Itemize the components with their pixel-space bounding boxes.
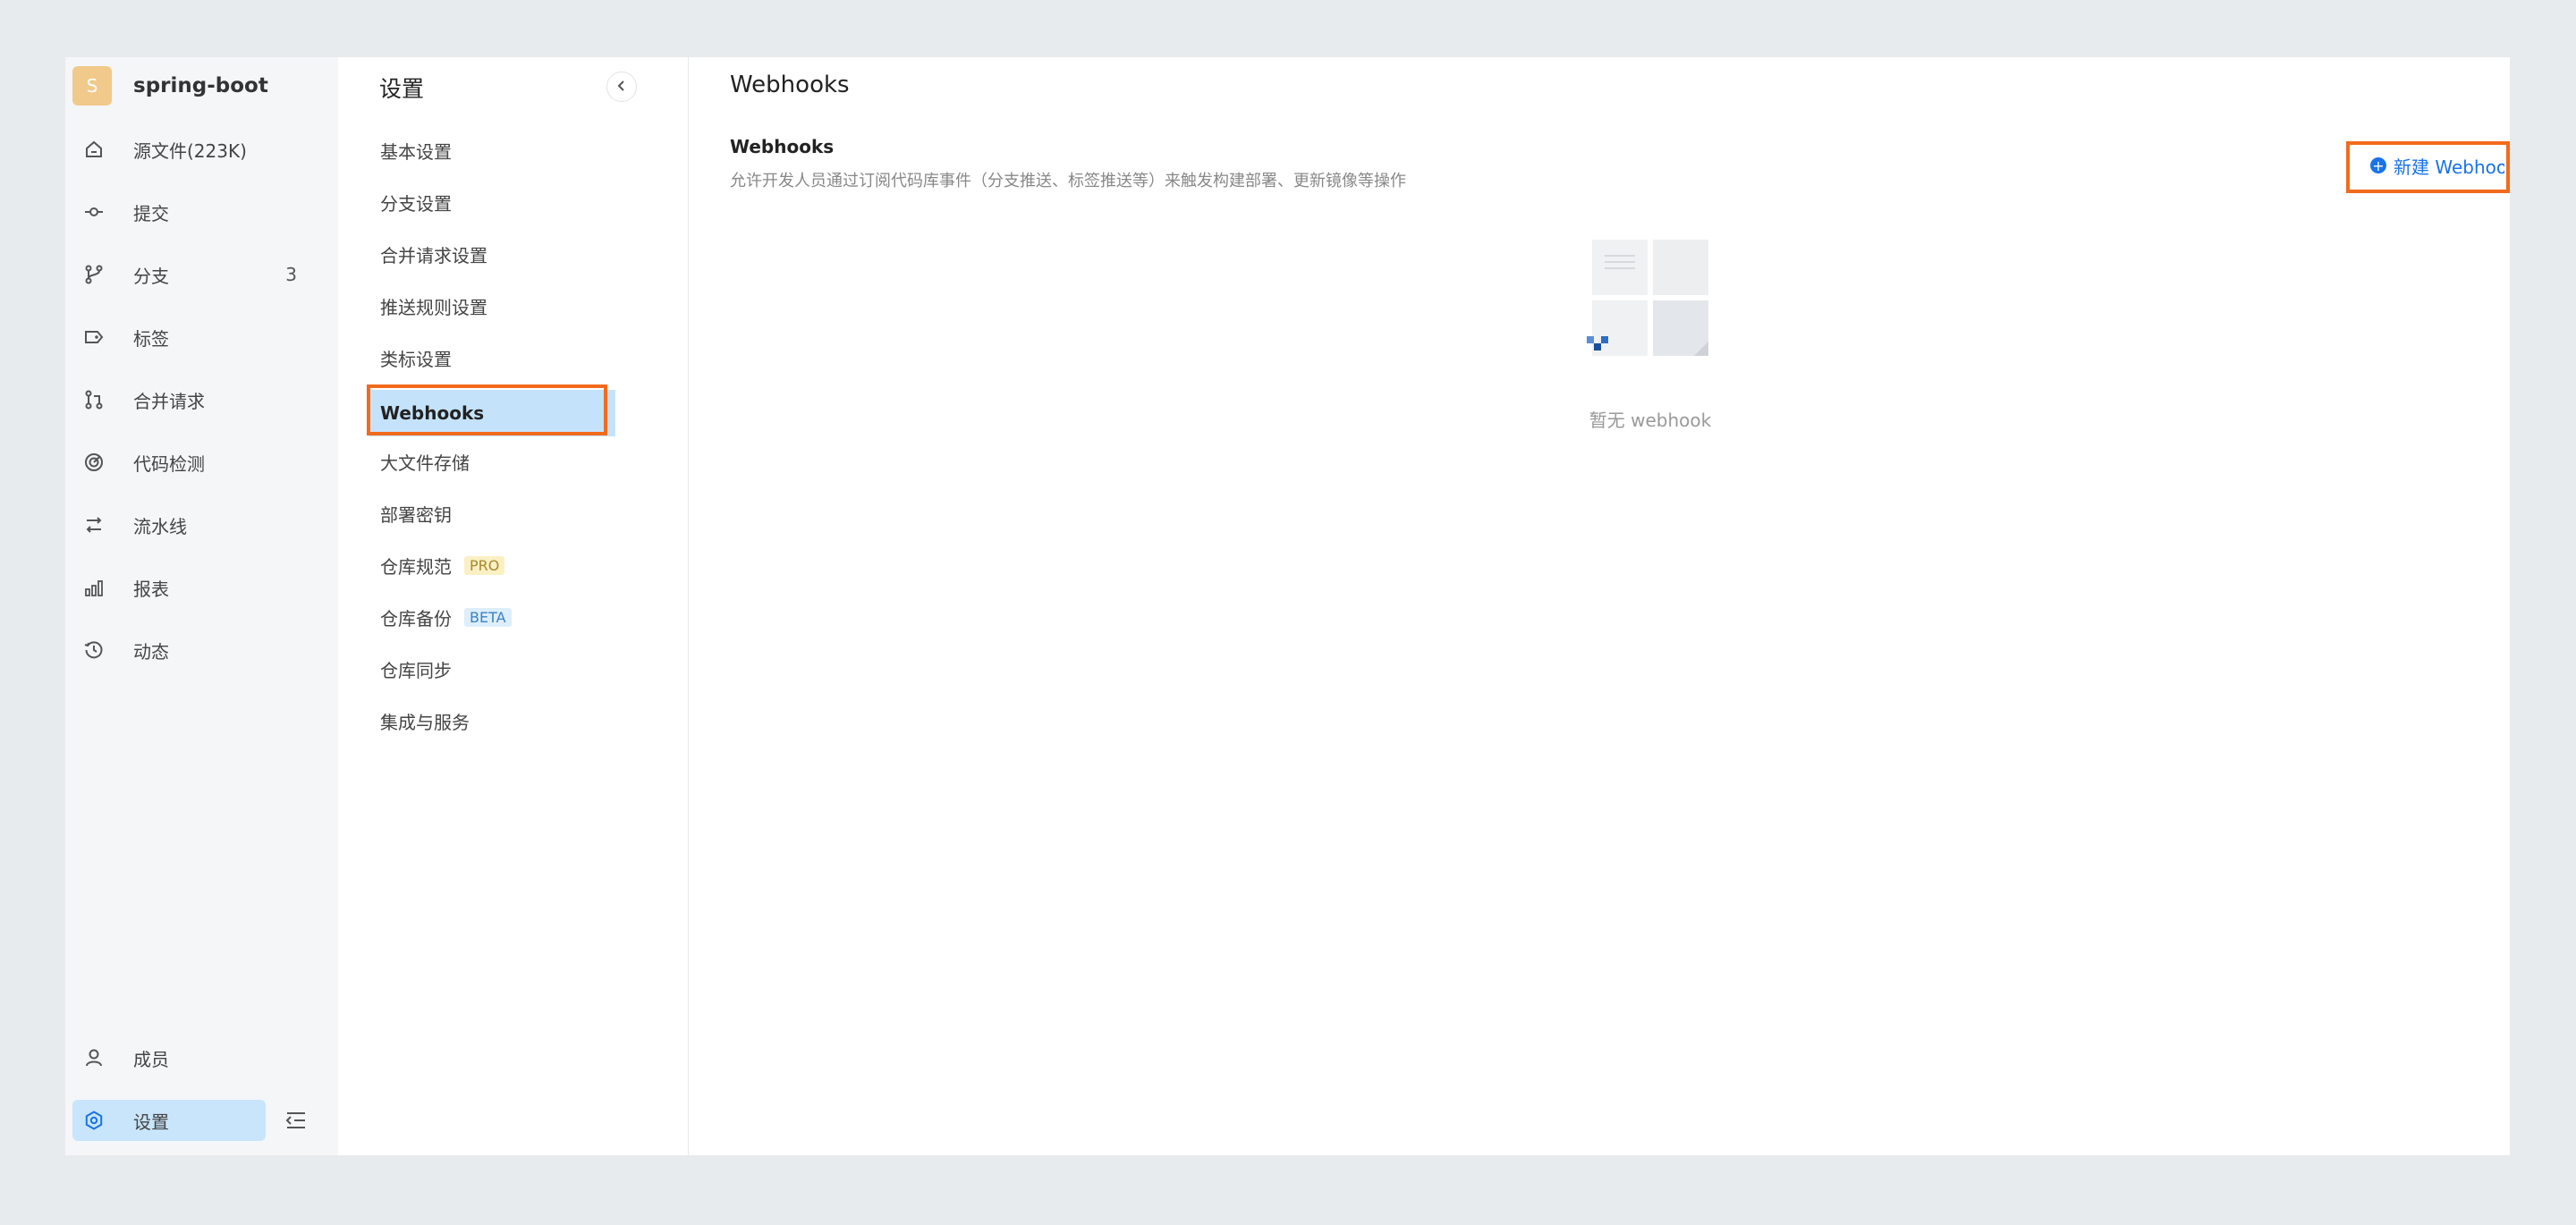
- home-icon: [83, 139, 105, 160]
- sidebar-item-pipelines[interactable]: 流水线: [72, 504, 329, 545]
- repo-avatar: S: [72, 66, 112, 106]
- pipeline-icon: [83, 514, 105, 536]
- empty-state-illustration: [1587, 238, 1712, 363]
- repo-name: spring-boot: [133, 74, 268, 97]
- menu-item-label: 仓库备份: [380, 607, 452, 629]
- sidebar-item-merge-requests[interactable]: 合并请求: [72, 379, 329, 420]
- sidebar-item-label: 代码检测: [133, 452, 205, 475]
- section-title: Webhooks: [730, 136, 835, 157]
- sidebar-item-tags[interactable]: 标签: [72, 317, 329, 358]
- scan-icon: [83, 452, 105, 473]
- menu-item-label: 仓库规范: [380, 555, 452, 578]
- menu-deploy-keys[interactable]: 部署密钥: [369, 490, 615, 536]
- merge-request-icon: [83, 389, 105, 410]
- sidebar-item-label: 源文件(223K): [133, 139, 247, 162]
- settings-menu: 设置 基本设置 分支设置 合并请求设置 推送规则设置 类标设置 Webhooks…: [338, 57, 689, 1155]
- sidebar-item-reports[interactable]: 报表: [72, 567, 329, 608]
- sidebar-item-members[interactable]: 成员: [72, 1037, 329, 1078]
- menu-merge-request-settings[interactable]: 合并请求设置: [369, 231, 615, 277]
- sidebar-item-code-scan[interactable]: 代码检测: [72, 442, 329, 483]
- menu-push-rule-settings[interactable]: 推送规则设置: [369, 283, 615, 329]
- menu-item-label: 仓库同步: [380, 659, 452, 681]
- page-title: Webhooks: [730, 72, 850, 98]
- sidebar-item-commits[interactable]: 提交: [72, 191, 329, 232]
- sidebar-item-label: 标签: [133, 327, 169, 350]
- main-content: Webhooks Webhooks 允许开发人员通过订阅代码库事件（分支推送、标…: [689, 57, 2510, 1155]
- menu-item-label: 推送规则设置: [380, 296, 487, 318]
- repo-header[interactable]: S spring-boot: [72, 66, 268, 106]
- sidebar-item-label: 分支: [133, 265, 169, 287]
- app-window: S spring-boot 源文件(223K) 提交 分支 3 标签 合并请求 …: [65, 57, 2510, 1155]
- empty-state-text: 暂无 webhook: [1589, 410, 1712, 431]
- menu-large-file-storage[interactable]: 大文件存储: [369, 438, 615, 485]
- history-icon: [83, 639, 105, 661]
- menu-basic-settings[interactable]: 基本设置: [369, 127, 615, 173]
- menu-item-label: 类标设置: [380, 348, 452, 370]
- menu-item-label: 大文件存储: [380, 452, 470, 474]
- branch-icon: [83, 264, 105, 285]
- repo-sidebar: S spring-boot 源文件(223K) 提交 分支 3 标签 合并请求 …: [65, 57, 338, 1155]
- settings-icon: [83, 1110, 105, 1131]
- menu-item-label: 集成与服务: [380, 711, 470, 733]
- pro-badge: PRO: [464, 555, 505, 575]
- sidebar-item-label: 提交: [133, 202, 169, 224]
- menu-branch-settings[interactable]: 分支设置: [369, 179, 615, 225]
- sidebar-item-activity[interactable]: 动态: [72, 629, 329, 671]
- menu-repo-backup[interactable]: 仓库备份 BETA: [369, 594, 615, 640]
- settings-title: 设置: [379, 76, 425, 102]
- user-icon: [83, 1047, 105, 1069]
- chart-icon: [83, 577, 105, 598]
- chevron-left-icon: [616, 79, 627, 96]
- new-webhook-highlight-box: [2346, 141, 2510, 193]
- sidebar-item-label: 流水线: [133, 515, 187, 537]
- menu-item-label: 基本设置: [380, 140, 452, 163]
- menu-item-label: 分支设置: [380, 192, 452, 215]
- sidebar-item-label: 合并请求: [133, 390, 205, 412]
- section-description: 允许开发人员通过订阅代码库事件（分支推送、标签推送等）来触发构建部署、更新镜像等…: [730, 172, 1406, 190]
- sidebar-item-label: 报表: [133, 578, 169, 600]
- commit-icon: [83, 201, 105, 223]
- sidebar-item-branches[interactable]: 分支 3: [72, 254, 329, 295]
- menu-integrations[interactable]: 集成与服务: [369, 697, 615, 744]
- menu-item-label: 部署密钥: [380, 503, 452, 526]
- menu-repo-standards[interactable]: 仓库规范 PRO: [369, 542, 615, 588]
- menu-repo-sync[interactable]: 仓库同步: [369, 646, 615, 692]
- webhooks-highlight-box: [367, 384, 607, 435]
- sidebar-item-label: 设置: [133, 1111, 169, 1133]
- sidebar-collapse-icon[interactable]: [284, 1108, 309, 1133]
- menu-item-label: 合并请求设置: [380, 244, 487, 266]
- sidebar-item-settings[interactable]: 设置: [72, 1100, 266, 1141]
- collapse-menu-button[interactable]: [606, 72, 637, 102]
- branch-count: 3: [285, 264, 297, 285]
- sidebar-item-label: 成员: [133, 1048, 169, 1070]
- sidebar-item-label: 动态: [133, 640, 169, 663]
- beta-badge: BETA: [464, 607, 512, 627]
- sidebar-item-source[interactable]: 源文件(223K): [72, 129, 329, 170]
- menu-label-settings[interactable]: 类标设置: [369, 334, 615, 381]
- tag-icon: [83, 326, 105, 348]
